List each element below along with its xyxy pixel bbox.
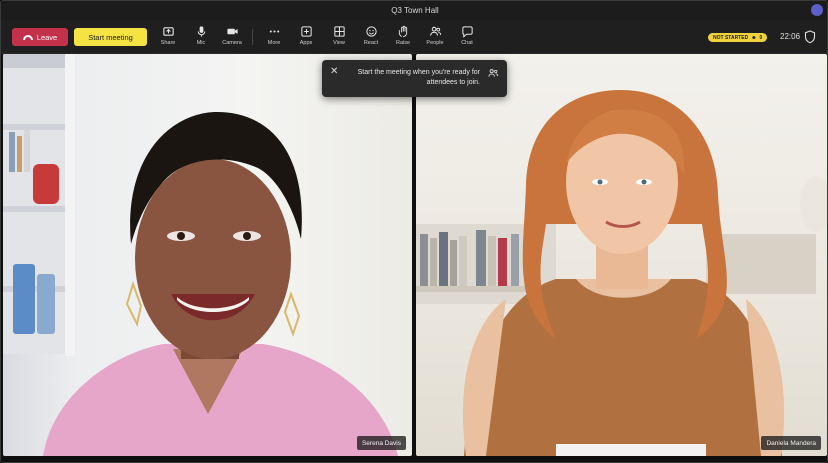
more-icon [269, 30, 279, 33]
participant-tile[interactable]: Serena Davis [3, 54, 412, 456]
share-icon [162, 27, 174, 36]
meeting-status-badge: NOT STARTED ☻ 0 [708, 33, 768, 42]
leave-button[interactable]: Leave [12, 28, 68, 46]
people-icon [488, 69, 499, 77]
participant-tile[interactable]: Daniela Mandera [416, 54, 827, 456]
share-label: Share [160, 40, 176, 46]
meeting-window: Q3 Town Hall Leave Start meeting Share M… [0, 0, 828, 463]
react-label: React [363, 40, 379, 46]
view-button[interactable]: View [324, 24, 354, 50]
video-stage: Serena Davis Daniela Mandera [1, 54, 827, 462]
leave-label: Leave [36, 32, 58, 42]
apps-button[interactable]: Apps [291, 24, 321, 50]
participant-name-tag: Daniela Mandera [761, 436, 821, 450]
camera-button[interactable]: Camera [217, 24, 247, 50]
title-bar: Q3 Town Hall [1, 1, 827, 20]
chat-button[interactable]: Chat [452, 24, 482, 50]
participant-video [416, 90, 827, 456]
raise-hand-icon [398, 25, 407, 38]
camera-icon [226, 28, 238, 35]
view-label: View [333, 40, 345, 46]
participant-name-tag: Serena Davis [356, 436, 406, 450]
apps-label: Apps [299, 40, 313, 46]
participant-name: Daniela Mandera [766, 439, 816, 447]
start-meeting-popup: ✕ Start the meeting when you're ready fo… [322, 60, 507, 97]
meeting-timer: 22:06 [780, 32, 801, 41]
mic-label: Mic [196, 40, 206, 46]
start-meeting-button[interactable]: Start meeting [74, 28, 147, 46]
raise-hand-button[interactable]: Raise [388, 24, 418, 50]
chat-icon [461, 26, 473, 38]
grid-view-icon [333, 26, 345, 37]
camera-label: Camera [222, 40, 242, 46]
participant-video [3, 54, 398, 456]
participant-name: Serena Davis [361, 439, 401, 447]
window-title: Q3 Town Hall [391, 6, 439, 15]
teams-app-icon [811, 4, 823, 16]
raise-label: Raise [395, 40, 411, 46]
meeting-toolbar: Leave Start meeting Share Mic Camera Mor… [1, 20, 827, 54]
more-label: More [267, 40, 281, 46]
more-button[interactable]: More [259, 24, 289, 50]
apps-icon [300, 26, 312, 37]
shield-icon[interactable] [804, 30, 816, 44]
mic-button[interactable]: Mic [186, 24, 216, 50]
chat-label: Chat [461, 40, 473, 46]
phone-icon [22, 34, 33, 40]
people-icon [429, 26, 441, 36]
toolbar-divider [252, 29, 253, 45]
status-text: NOT STARTED [713, 34, 749, 41]
start-meeting-label: Start meeting [88, 32, 133, 42]
popup-message: Start the meeting when you're ready for … [357, 69, 480, 86]
react-button[interactable]: React [356, 24, 386, 50]
smiley-icon [365, 26, 377, 37]
share-button[interactable]: Share [153, 24, 183, 50]
microphone-icon [197, 26, 205, 37]
close-icon[interactable]: ✕ [330, 67, 338, 77]
attendee-count: 0 [759, 34, 763, 41]
people-label: People [426, 40, 444, 46]
people-button[interactable]: People [420, 24, 450, 50]
attendee-icon: ☻ [751, 34, 757, 41]
